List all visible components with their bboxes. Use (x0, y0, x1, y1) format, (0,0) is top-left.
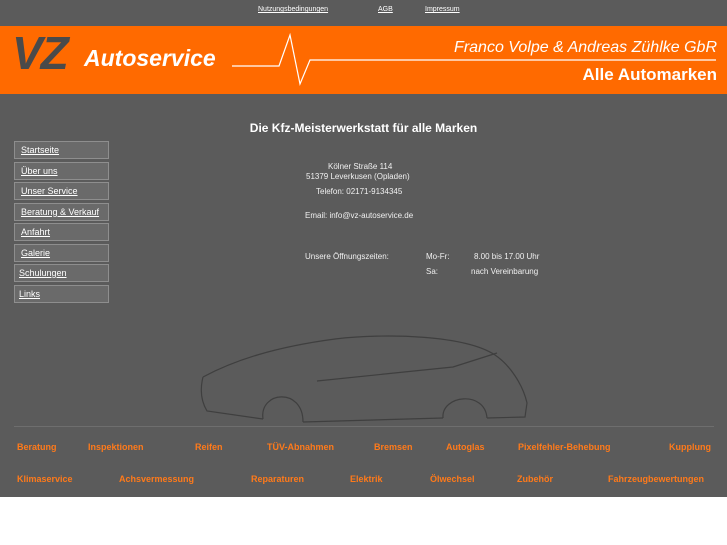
hours-time-weekdays: 8.00 bis 17.00 Uhr (474, 252, 540, 261)
service-oelwechsel[interactable]: Ölwechsel (430, 474, 475, 484)
service-pixelfehler-behebung[interactable]: Pixelfehler-Behebung (518, 442, 611, 452)
service-klimaservice[interactable]: Klimaservice (17, 474, 73, 484)
nav-item-unser-service[interactable]: Unser Service (14, 182, 109, 200)
logo-name: Autoservice (84, 45, 216, 71)
top-links: Nutzungsbedingungen AGB Impressum (0, 0, 727, 26)
service-zubehoer[interactable]: Zubehör (517, 474, 553, 484)
sidebar-nav: Startseite Über uns Unser Service Beratu… (14, 141, 109, 305)
service-elektrik[interactable]: Elektrik (350, 474, 383, 484)
address-street: Kölner Straße 114 (328, 162, 393, 171)
service-kupplung[interactable]: Kupplung (669, 442, 711, 452)
nav-label: Links (19, 288, 41, 299)
nav-label: Startseite (21, 145, 60, 155)
nav-label: Beratung & Verkauf (21, 206, 100, 217)
hours-label: Unsere Öffnungszeiten: (305, 252, 389, 261)
page-headline: Die Kfz-Meisterwerkstatt für alle Marken (249, 121, 478, 135)
address-city: 51379 Leverkusen (Opladen) (306, 172, 410, 181)
header-banner: VZ Autoservice Franco Volpe & Andreas Zü… (0, 26, 727, 94)
service-beratung[interactable]: Beratung (17, 442, 57, 452)
link-impressum[interactable]: Impressum (425, 6, 460, 13)
nav-item-anfahrt[interactable]: Anfahrt (14, 223, 109, 241)
service-reparaturen[interactable]: Reparaturen (251, 474, 304, 484)
logo-vz: VZ (12, 27, 69, 79)
service-autoglas[interactable]: Autoglas (446, 442, 485, 452)
nav-item-schulungen[interactable]: Schulungen (14, 264, 109, 282)
service-inspektionen[interactable]: Inspektionen (88, 442, 144, 452)
service-bremsen[interactable]: Bremsen (374, 442, 413, 452)
owners-text: Franco Volpe & Andreas Zühlke GbR (454, 39, 717, 56)
page-background: Nutzungsbedingungen AGB Impressum VZ Aut… (0, 0, 727, 497)
nav-item-links[interactable]: Links (14, 284, 109, 303)
nav-label: Unser Service (21, 186, 78, 196)
email-text: Email: info@vz-autoservice.de (305, 211, 414, 220)
nav-item-beratung-verkauf[interactable]: Beratung & Verkauf (14, 202, 109, 221)
phone-text: Telefon: 02171-9134345 (316, 187, 403, 196)
hours-time-saturday: nach Vereinbarung (471, 267, 539, 276)
nav-item-ueber-uns[interactable]: Über uns (14, 161, 109, 180)
service-fahrzeugbewertungen[interactable]: Fahrzeugbewertungen (608, 474, 704, 484)
link-nutzungsbedingungen[interactable]: Nutzungsbedingungen (258, 6, 328, 13)
service-tuev-abnahmen[interactable]: TÜV-Abnahmen (267, 442, 334, 452)
divider (14, 426, 714, 427)
tagline: Alle Automarken (582, 65, 717, 84)
nav-label: Galerie (21, 247, 51, 258)
nav-item-galerie[interactable]: Galerie (14, 243, 109, 262)
car-outline-icon (200, 335, 528, 423)
link-agb[interactable]: AGB (378, 6, 393, 13)
hours-day-saturday: Sa: (426, 267, 439, 276)
service-achsvermessung[interactable]: Achsvermessung (119, 474, 194, 484)
nav-label: Schulungen (19, 268, 67, 278)
hours-day-weekdays: Mo-Fr: (426, 252, 450, 261)
nav-label: Über uns (21, 165, 58, 176)
nav-label: Anfahrt (21, 227, 51, 237)
service-reifen[interactable]: Reifen (195, 442, 223, 452)
nav-item-startseite[interactable]: Startseite (14, 141, 109, 159)
